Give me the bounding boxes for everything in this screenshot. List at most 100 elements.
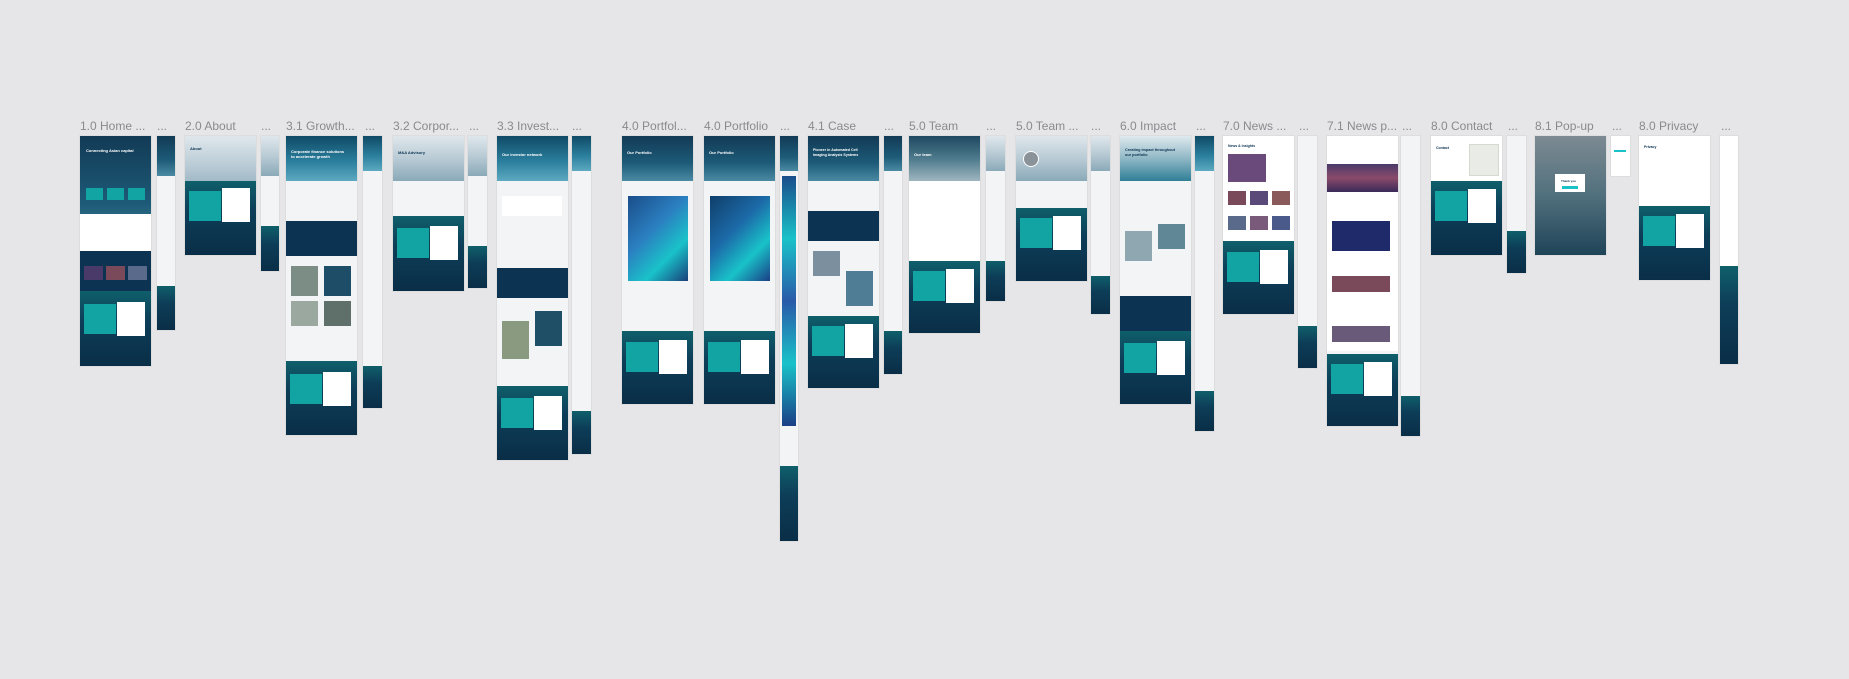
frame-label-portfolio-b[interactable]: 4.0 Portfolio xyxy=(704,119,768,133)
frame-portfolio-a[interactable]: Our Portfolio xyxy=(622,136,693,404)
frame-about-desktop[interactable]: About xyxy=(185,136,256,255)
growth-services-band xyxy=(286,221,357,256)
frame-growth-mobile[interactable] xyxy=(363,136,382,408)
frame-portfolio-mobile[interactable] xyxy=(780,136,798,541)
frame-label-case[interactable]: 4.1 Case xyxy=(808,119,856,133)
popup-overlay xyxy=(1535,136,1606,255)
frame-label-news-post[interactable]: 7.1 News p... xyxy=(1327,119,1397,133)
contact-form-card xyxy=(1157,341,1185,375)
frame-label-growth-more[interactable]: ... xyxy=(365,119,375,133)
frame-label-home-more[interactable]: ... xyxy=(157,119,167,133)
growth-image xyxy=(324,266,351,296)
frame-label-investor-more[interactable]: ... xyxy=(572,119,582,133)
frame-label-news[interactable]: 7.0 News ... xyxy=(1223,119,1286,133)
frame-contact-desktop[interactable]: Contact xyxy=(1431,136,1502,255)
frame-label-impact-more[interactable]: ... xyxy=(1196,119,1206,133)
impact-image xyxy=(1158,224,1185,249)
frame-label-team-more[interactable]: ... xyxy=(986,119,996,133)
cta-card xyxy=(290,374,322,404)
news-post-image xyxy=(1332,276,1390,292)
frame-growth-desktop[interactable]: Corporate finance solutions to accelerat… xyxy=(286,136,357,435)
cta-card xyxy=(1124,343,1156,373)
frame-label-news-more[interactable]: ... xyxy=(1299,119,1309,133)
frame-team-mobile[interactable] xyxy=(986,136,1005,301)
mobile-hero xyxy=(1195,136,1214,171)
frame-contact-mobile[interactable] xyxy=(1507,136,1526,273)
frame-label-popup-more[interactable]: ... xyxy=(1612,119,1622,133)
frame-news-desktop[interactable]: News & Insights xyxy=(1223,136,1294,314)
frame-impact-mobile[interactable] xyxy=(1195,136,1214,431)
contact-form-card xyxy=(845,324,873,358)
cta-card xyxy=(501,398,533,428)
frame-corporate-mobile[interactable] xyxy=(468,136,487,288)
frame-label-portfolio-a[interactable]: 4.0 Portfol... xyxy=(622,119,687,133)
home-stat-tile xyxy=(86,188,103,200)
frame-popup-desktop[interactable]: Thank you xyxy=(1535,136,1606,255)
cta-card xyxy=(84,304,116,334)
frame-label-investor[interactable]: 3.3 Invest... xyxy=(497,119,559,133)
frame-team-detail-desktop[interactable] xyxy=(1016,136,1087,281)
growth-image xyxy=(324,301,351,326)
frame-news-post-desktop[interactable] xyxy=(1327,136,1398,426)
frame-news-mobile[interactable] xyxy=(1298,136,1317,368)
news-image xyxy=(1228,191,1246,205)
contact-form-card xyxy=(1260,250,1288,284)
cta-card xyxy=(812,326,844,356)
frame-home-mobile[interactable] xyxy=(157,136,175,330)
investor-image xyxy=(535,311,562,346)
frame-label-about[interactable]: 2.0 About xyxy=(185,119,236,133)
frame-label-portfolio-b-more[interactable]: ... xyxy=(780,119,790,133)
frame-home-desktop[interactable]: Connecting Asian capital xyxy=(80,136,151,366)
popup-title: Thank you xyxy=(1561,179,1577,183)
frame-about-mobile[interactable] xyxy=(261,136,279,271)
frame-impact-desktop[interactable]: Creating impact throughout our portfolio xyxy=(1120,136,1191,404)
frame-label-popup[interactable]: 8.1 Pop-up xyxy=(1535,119,1594,133)
mobile-footer xyxy=(261,226,279,271)
frame-label-privacy[interactable]: 8.0 Privacy xyxy=(1639,119,1698,133)
frame-privacy-desktop[interactable]: Privacy xyxy=(1639,136,1710,280)
frame-popup-mobile[interactable] xyxy=(1611,136,1630,176)
cta-card xyxy=(1020,218,1052,248)
popup-button[interactable] xyxy=(1562,186,1578,189)
frame-portfolio-b[interactable]: Our Portfolio xyxy=(704,136,775,404)
frame-team-desktop[interactable]: Our team xyxy=(909,136,980,333)
team-grid xyxy=(909,181,980,261)
mobile-footer xyxy=(1720,266,1738,364)
frame-case-mobile[interactable] xyxy=(884,136,902,374)
avatar xyxy=(1023,151,1039,167)
contact-form-card xyxy=(1364,362,1392,396)
frame-label-corporate-more[interactable]: ... xyxy=(469,119,479,133)
frame-team-detail-mobile[interactable] xyxy=(1091,136,1110,314)
frame-label-contact[interactable]: 8.0 Contact xyxy=(1431,119,1492,133)
case-image xyxy=(846,271,873,306)
frame-corporate-desktop[interactable]: M&A Advisory xyxy=(393,136,464,291)
frame-label-contact-more[interactable]: ... xyxy=(1508,119,1518,133)
popup-mobile-button[interactable] xyxy=(1614,150,1626,152)
frame-label-about-more[interactable]: ... xyxy=(261,119,271,133)
popup-dialog[interactable] xyxy=(1555,174,1585,192)
frame-label-corporate[interactable]: 3.2 Corpor... xyxy=(393,119,459,133)
frame-label-growth[interactable]: 3.1 Growth... xyxy=(286,119,355,133)
frame-investor-desktop[interactable]: Our investor network xyxy=(497,136,568,460)
case-image xyxy=(813,251,840,276)
frame-label-home[interactable]: 1.0 Home ... xyxy=(80,119,145,133)
frame-news-post-mobile[interactable] xyxy=(1401,136,1420,436)
frame-privacy-mobile[interactable] xyxy=(1720,136,1738,364)
frame-label-news-post-more[interactable]: ... xyxy=(1402,119,1412,133)
cta-card xyxy=(189,191,221,221)
cta-card xyxy=(1435,191,1467,221)
frame-investor-mobile[interactable] xyxy=(572,136,591,454)
frame-label-team-detail-more[interactable]: ... xyxy=(1091,119,1101,133)
frame-case-desktop[interactable]: Pioneer in Automated Cell Imaging Analys… xyxy=(808,136,879,388)
frame-label-case-more[interactable]: ... xyxy=(884,119,894,133)
portfolio-grid xyxy=(628,196,688,281)
impact-band xyxy=(1120,296,1191,336)
frame-label-team[interactable]: 5.0 Team xyxy=(909,119,958,133)
corp-hero xyxy=(393,136,464,181)
contact-form-card xyxy=(659,340,687,374)
mobile-footer xyxy=(1091,276,1110,314)
frame-label-team-detail[interactable]: 5.0 Team ... xyxy=(1016,119,1078,133)
cta-card xyxy=(397,228,429,258)
frame-label-impact[interactable]: 6.0 Impact xyxy=(1120,119,1176,133)
frame-label-privacy-more[interactable]: ... xyxy=(1721,119,1731,133)
